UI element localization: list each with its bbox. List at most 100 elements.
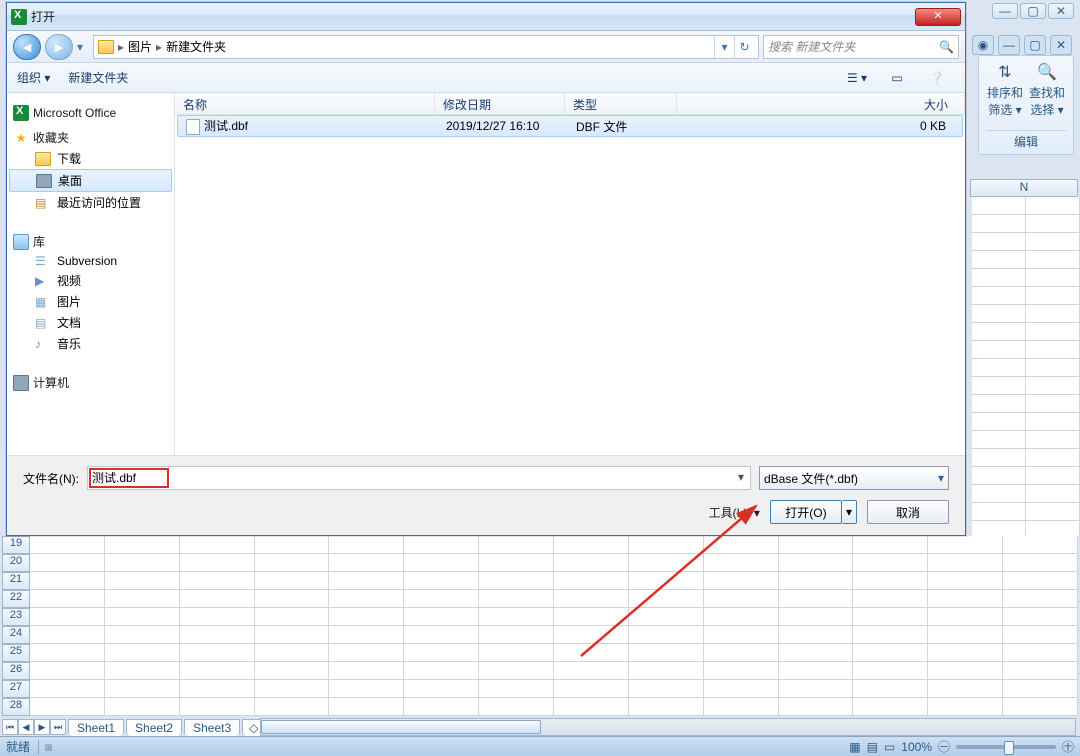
col-date[interactable]: 修改日期 [435, 93, 565, 114]
view-button[interactable]: ☰ ▾ [839, 67, 875, 89]
nav-desktop[interactable]: 桌面 [9, 169, 172, 192]
row-19[interactable]: 19 [2, 536, 30, 554]
hscroll-thumb[interactable] [261, 720, 541, 734]
open-file-dialog: 打开 ✕ ◄ ► ▾ ▸ 图片 ▸ 新建文件夹 ▾ ↻ 搜索 新建文件夹 🔍 组… [6, 2, 966, 536]
open-split-button[interactable]: ▾ [842, 500, 857, 524]
sort-filter-button[interactable]: ⇅ 排序和 筛选 ▾ [987, 62, 1023, 118]
help-button[interactable]: ❔ [919, 67, 955, 89]
col-type[interactable]: 类型 [565, 93, 677, 114]
nav-music[interactable]: ♪音乐 [7, 333, 174, 354]
open-button[interactable]: 打开(O) [770, 500, 842, 524]
preview-pane-button[interactable]: ▭ [879, 67, 915, 89]
dialog-navbar: ◄ ► ▾ ▸ 图片 ▸ 新建文件夹 ▾ ↻ 搜索 新建文件夹 🔍 [7, 31, 965, 63]
nav-office[interactable]: Microsoft Office [13, 105, 174, 121]
zoom-out[interactable]: ㊀ [938, 738, 950, 755]
col-size[interactable]: 大小 [677, 93, 965, 114]
minimize-btn[interactable]: — [992, 3, 1018, 19]
maximize-btn[interactable]: ▢ [1020, 3, 1046, 19]
new-folder-button[interactable]: 新建文件夹 [68, 69, 128, 86]
filename-value: 测试.dbf [92, 471, 136, 485]
tab-nav-last[interactable]: ⏭ [50, 719, 66, 735]
cancel-button[interactable]: 取消 [867, 500, 949, 524]
view-layout-icon[interactable]: ▤ [867, 740, 878, 754]
close-btn[interactable]: ✕ [1048, 3, 1074, 19]
chevron-down-icon: ▾ [938, 471, 944, 485]
zoom-value[interactable]: 100% [901, 740, 932, 754]
tab-sheet2[interactable]: Sheet2 [126, 719, 182, 736]
nav-favorites[interactable]: ★收藏夹 [13, 129, 174, 146]
tab-sheet3[interactable]: Sheet3 [184, 719, 240, 736]
find-select-button[interactable]: 🔍 查找和 选择 ▾ [1029, 62, 1065, 118]
tab-sheet1[interactable]: Sheet1 [68, 719, 124, 736]
file-size: 0 KB [680, 119, 962, 133]
tools-menu[interactable]: 工具(L) ▾ [709, 504, 760, 521]
ribbon-group-label: 编辑 [986, 130, 1066, 150]
chevron-icon[interactable]: ▸ [156, 40, 162, 54]
file-list: 名称 修改日期 类型 大小 测试.dbf 2019/12/27 16:10 DB… [175, 93, 965, 455]
nav-downloads[interactable]: 下载 [7, 148, 174, 169]
filename-dropdown[interactable]: ▾ [738, 470, 744, 484]
zoom-in[interactable]: ㊉ [1062, 738, 1074, 755]
row-28[interactable]: 28 [2, 698, 30, 716]
breadcrumb-seg1[interactable]: 图片 [128, 38, 152, 55]
nav-recent[interactable]: ▤最近访问的位置 [7, 192, 174, 213]
nav-back-button[interactable]: ◄ [13, 34, 41, 60]
row-22[interactable]: 22 [2, 590, 30, 608]
status-text: 就绪 [6, 738, 30, 755]
file-row[interactable]: 测试.dbf 2019/12/27 16:10 DBF 文件 0 KB [177, 115, 963, 137]
refresh-button[interactable]: ↻ [734, 36, 754, 58]
row-headers: 19 20 21 22 23 24 25 26 27 28 [2, 536, 30, 716]
organize-menu[interactable]: 组织 ▾ [17, 69, 50, 86]
row-23[interactable]: 23 [2, 608, 30, 626]
row-21[interactable]: 21 [2, 572, 30, 590]
file-date: 2019/12/27 16:10 [438, 119, 568, 133]
tab-nav-next[interactable]: ▶ [34, 719, 50, 735]
statusbar: 就绪 ◙ ▦ ▤ ▭ 100% ㊀ ㊉ [0, 736, 1080, 756]
row-26[interactable]: 26 [2, 662, 30, 680]
doc-minimize[interactable]: — [998, 35, 1020, 55]
col-name[interactable]: 名称 [175, 93, 435, 114]
breadcrumb-dropdown[interactable]: ▾ [714, 36, 734, 58]
row-24[interactable]: 24 [2, 626, 30, 644]
row-25[interactable]: 25 [2, 644, 30, 662]
nav-libraries[interactable]: 库 [13, 233, 174, 250]
filetype-select[interactable]: dBase 文件(*.dbf) ▾ [759, 466, 949, 490]
nav-svn[interactable]: ☰Subversion [7, 252, 174, 270]
hscroll[interactable] [260, 718, 1076, 736]
tab-nav-prev[interactable]: ◀ [18, 719, 34, 735]
dialog-close-button[interactable]: ✕ [915, 8, 961, 26]
row-27[interactable]: 27 [2, 680, 30, 698]
search-icon: 🔍 [939, 40, 954, 54]
breadcrumb[interactable]: ▸ 图片 ▸ 新建文件夹 ▾ ↻ [93, 35, 759, 59]
tab-nav-first[interactable]: ⏮ [2, 719, 18, 735]
column-headers: N [970, 179, 1078, 197]
list-header: 名称 修改日期 类型 大小 [175, 93, 965, 115]
help-icon[interactable]: ◉ [972, 35, 994, 55]
row-20[interactable]: 20 [2, 554, 30, 572]
dialog-bottom: 文件名(N): 测试.dbf ▾ dBase 文件(*.dbf) ▾ 工具(L)… [7, 455, 965, 535]
nav-history-dropdown[interactable]: ▾ [77, 40, 89, 54]
sheet-tabs: ⏮ ◀ ▶ ⏭ Sheet1 Sheet2 Sheet3 ◇ [2, 718, 265, 736]
view-pagebreak-icon[interactable]: ▭ [884, 740, 895, 754]
nav-pictures[interactable]: ▦图片 [7, 291, 174, 312]
excel-help-row: ◉ — ▢ ✕ [972, 35, 1072, 55]
view-normal-icon[interactable]: ▦ [849, 740, 860, 754]
doc-restore[interactable]: ▢ [1024, 35, 1046, 55]
breadcrumb-seg2[interactable]: 新建文件夹 [166, 38, 226, 55]
nav-forward-button[interactable]: ► [45, 34, 73, 60]
spreadsheet-cells[interactable] [30, 536, 1078, 716]
col-header-N[interactable]: N [970, 179, 1078, 197]
chevron-icon[interactable]: ▸ [118, 40, 124, 54]
doc-close[interactable]: ✕ [1050, 35, 1072, 55]
folder-icon [98, 40, 114, 54]
zoom-slider[interactable] [956, 745, 1056, 749]
nav-computer[interactable]: 计算机 [13, 374, 174, 391]
filetype-label: dBase 文件(*.dbf) [764, 470, 858, 487]
filename-input[interactable]: 测试.dbf ▾ [87, 466, 751, 490]
nav-video[interactable]: ▶视频 [7, 270, 174, 291]
nav-documents[interactable]: ▤文档 [7, 312, 174, 333]
search-input[interactable]: 搜索 新建文件夹 🔍 [763, 35, 959, 59]
dialog-titlebar[interactable]: 打开 ✕ [7, 3, 965, 31]
macro-record-icon[interactable]: ◙ [38, 740, 52, 754]
excel-mdi-controls: — ▢ ✕ [992, 3, 1074, 19]
